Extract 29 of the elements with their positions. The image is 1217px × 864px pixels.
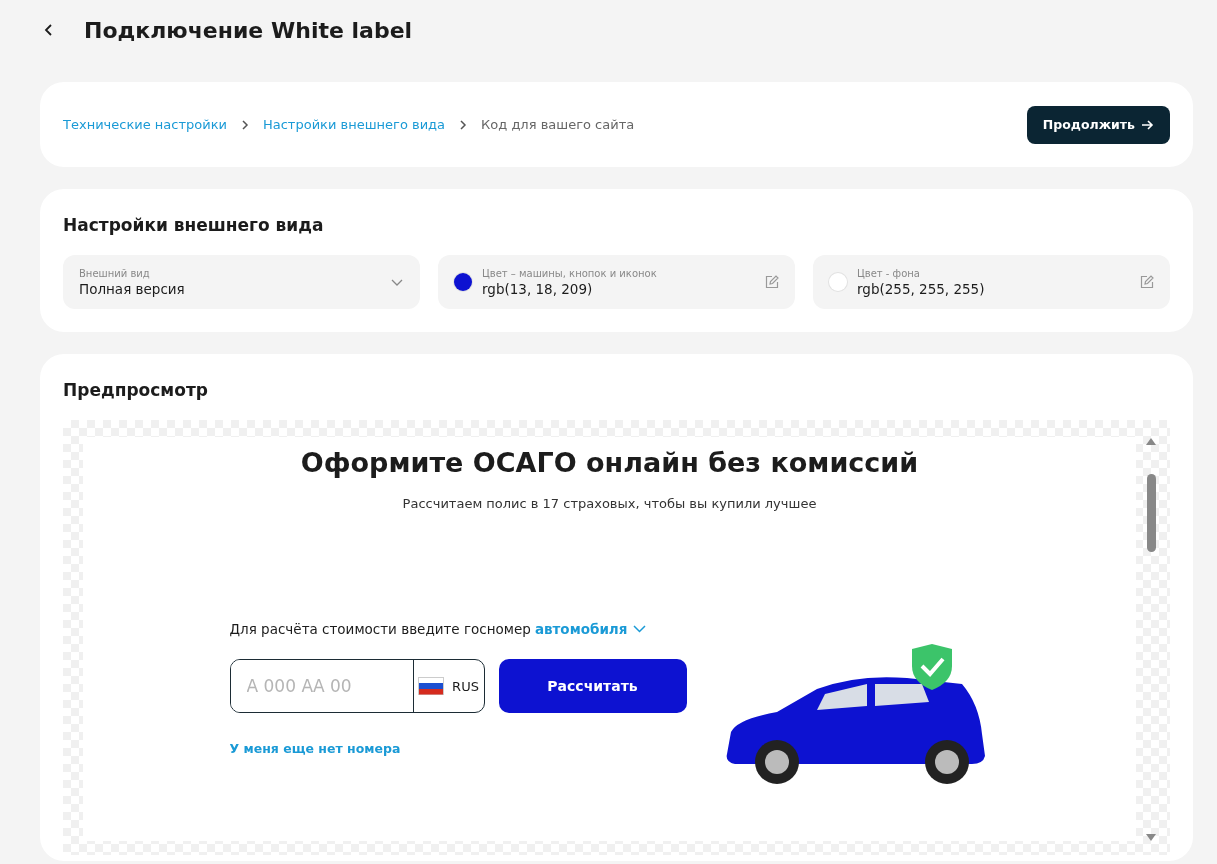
arrow-right-icon xyxy=(1141,118,1154,131)
field-label: Цвет - фона xyxy=(857,267,921,279)
field-label: Цвет – машины, кнопок и иконок xyxy=(482,267,658,279)
field-value: rgb(13, 18, 209) xyxy=(482,280,594,297)
scroll-up-icon[interactable] xyxy=(1146,438,1156,445)
chevron-down-icon xyxy=(633,625,647,633)
section-title: Предпросмотр xyxy=(63,379,209,402)
edit-icon[interactable] xyxy=(765,275,779,289)
continue-button[interactable]: Продолжить xyxy=(1026,105,1170,144)
page-title: Подключение White label xyxy=(84,17,413,43)
flag-icon xyxy=(418,677,445,695)
breadcrumb-link[interactable]: Код для вашего сайта xyxy=(481,117,635,132)
scroll-down-icon[interactable] xyxy=(1146,834,1156,841)
prompt-text: Для расчёта стоимости введите госномер xyxy=(229,621,531,637)
chevron-right-icon xyxy=(239,118,251,131)
field-label: Внешний вид xyxy=(79,267,151,279)
preview-heading: Оформите ОСАГО онлайн без комиссий xyxy=(300,447,919,478)
region-code: RUS xyxy=(452,678,479,694)
appearance-dropdown[interactable]: Внешний вид Полная версия xyxy=(63,255,420,309)
color-field[interactable]: Цвет - фона rgb(255, 255, 255) xyxy=(813,255,1170,309)
scroll-thumb[interactable] xyxy=(1147,474,1156,552)
field-value: Полная версия xyxy=(79,280,186,297)
edit-icon[interactable] xyxy=(1140,275,1154,289)
color-field[interactable]: Цвет – машины, кнопок и иконок rgb(13, 18, 209) xyxy=(438,255,795,309)
section-title: Настройки внешнего вида xyxy=(63,214,325,237)
field-value: rgb(255, 255, 255) xyxy=(857,280,986,297)
calculate-button[interactable]: Рассчитать xyxy=(498,659,687,713)
plate-input[interactable]: А 000 АА 00 RUS xyxy=(229,659,485,713)
preview-subheading: Рассчитаем полис в 17 страховых, чтобы вы купили лучшее xyxy=(402,496,817,511)
